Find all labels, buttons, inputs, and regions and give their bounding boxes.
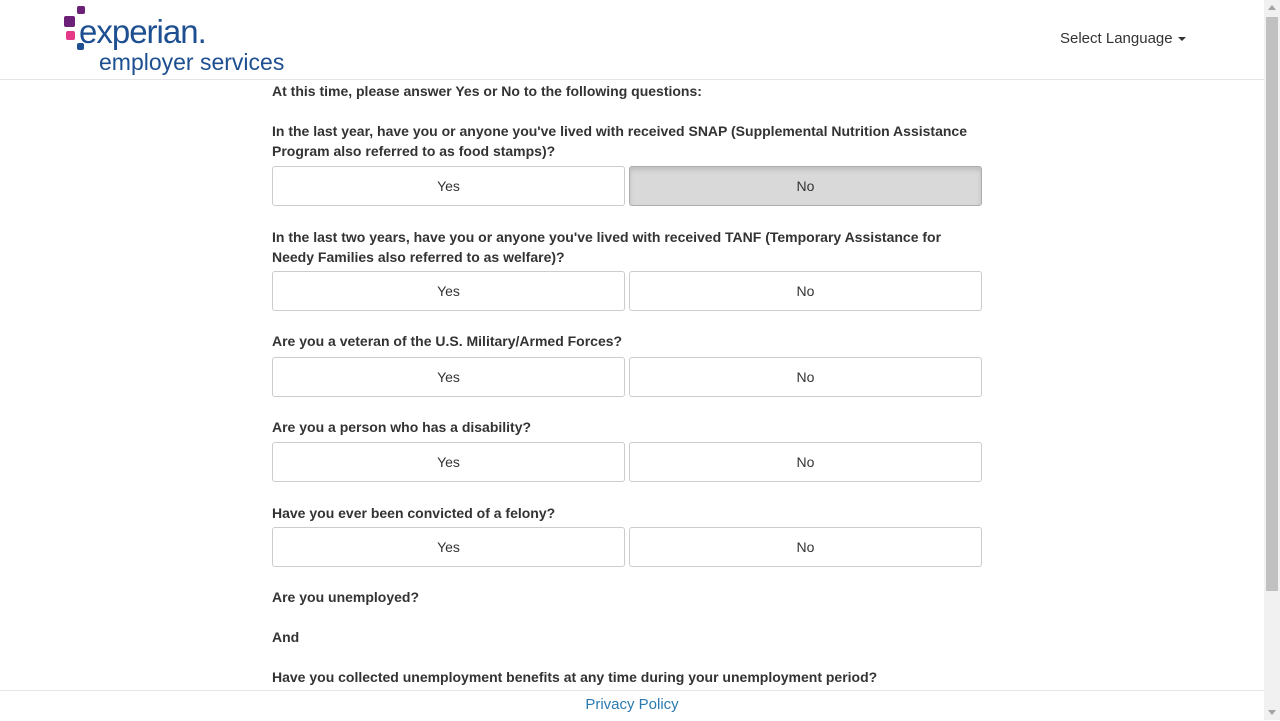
veteran-yes-button[interactable]: Yes — [272, 357, 625, 397]
veteran-no-button[interactable]: No — [629, 357, 982, 397]
intro-text: At this time, please answer Yes or No to… — [272, 83, 702, 99]
site-footer: Privacy Policy — [0, 690, 1264, 721]
question-snap: In the last year, have you or anyone you… — [272, 123, 967, 159]
snap-yes-button[interactable]: Yes — [272, 166, 625, 206]
scroll-up-arrow-icon[interactable] — [1268, 5, 1276, 10]
disability-no-button[interactable]: No — [629, 442, 982, 482]
tanf-no-button[interactable]: No — [629, 271, 982, 311]
answer-row-tanf: Yes No — [272, 271, 984, 311]
logo-dot-magenta — [66, 31, 75, 40]
snap-no-button[interactable]: No — [629, 166, 982, 206]
question-tanf: In the last two years, have you or anyon… — [272, 229, 942, 265]
answer-row-veteran: Yes No — [272, 357, 984, 397]
question-disability: Are you a person who has a disability? — [272, 419, 532, 435]
and-connector: And — [272, 629, 300, 645]
scroll-down-arrow-icon[interactable] — [1268, 710, 1276, 715]
experian-logo[interactable]: experian. employer services — [62, 4, 302, 76]
site-header: experian. employer services Select Langu… — [0, 0, 1264, 80]
question-felony: Have you ever been convicted of a felony… — [272, 505, 556, 521]
logo-text-experian: experian. — [79, 13, 207, 50]
felony-no-button[interactable]: No — [629, 527, 982, 567]
privacy-policy-link[interactable]: Privacy Policy — [585, 696, 678, 713]
select-language-label: Select Language — [1060, 30, 1173, 47]
logo-dot-purple-large — [64, 16, 75, 27]
caret-down-icon — [1177, 37, 1186, 42]
question-veteran: Are you a veteran of the U.S. Military/A… — [272, 333, 623, 349]
tanf-yes-button[interactable]: Yes — [272, 271, 625, 311]
logo-text-employer-services: employer services — [99, 49, 285, 75]
answer-row-felony: Yes No — [272, 527, 984, 567]
question-unemployment-benefits: Have you collected unemployment benefits… — [272, 669, 878, 685]
select-language-dropdown[interactable]: Select Language — [1060, 30, 1186, 47]
disability-yes-button[interactable]: Yes — [272, 442, 625, 482]
scrollbar-thumb[interactable] — [1266, 17, 1278, 591]
felony-yes-button[interactable]: Yes — [272, 527, 625, 567]
answer-row-snap: Yes No — [272, 166, 984, 206]
question-unemployed: Are you unemployed? — [272, 589, 420, 605]
vertical-scrollbar[interactable] — [1264, 0, 1280, 720]
answer-row-disability: Yes No — [272, 442, 984, 482]
